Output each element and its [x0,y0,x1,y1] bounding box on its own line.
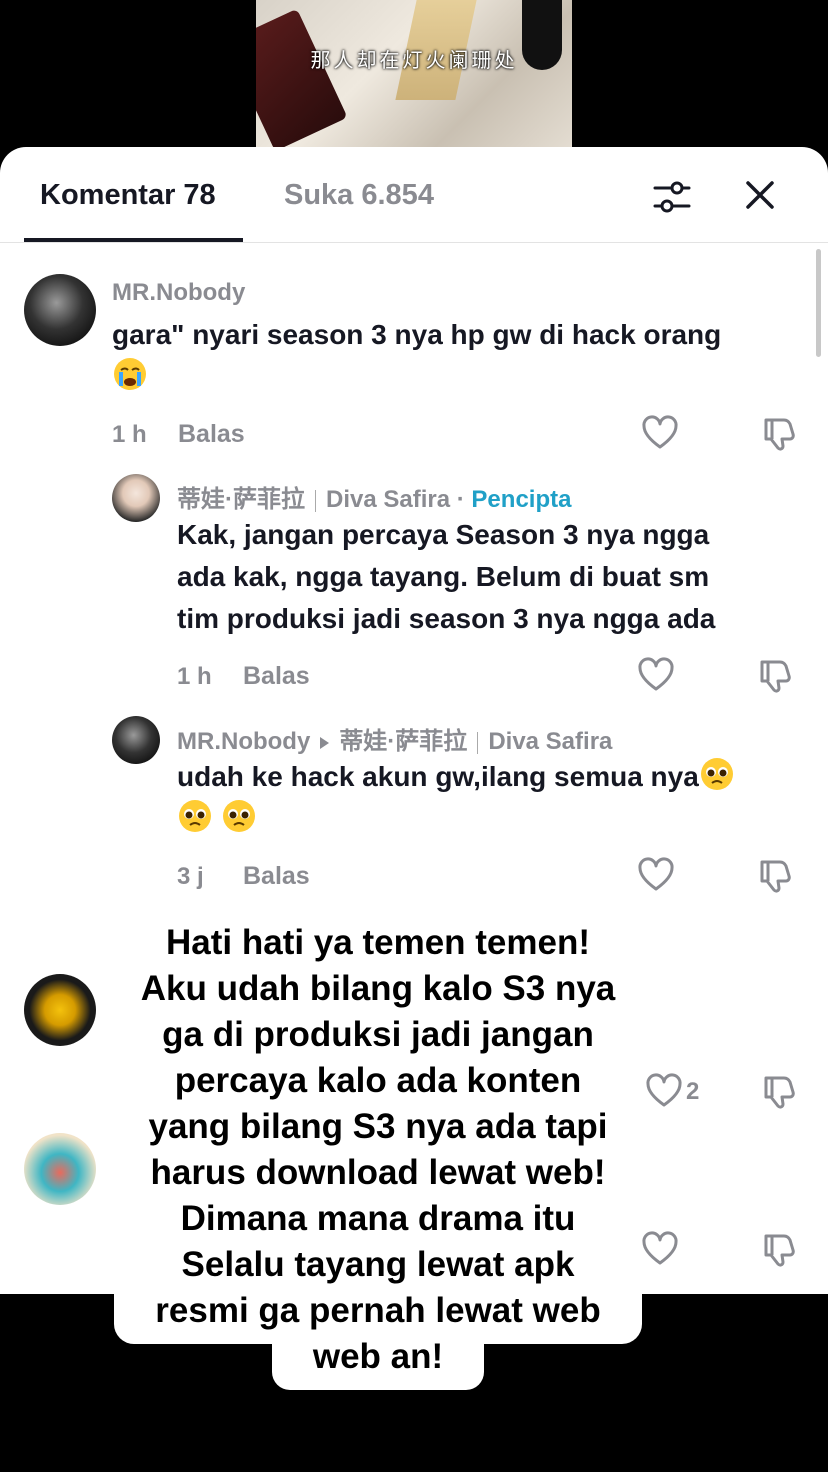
caption-line: percaya kalo ada konten [174,1061,582,1100]
tab-bar: Komentar 78 Suka 6.854 [0,147,828,243]
reply-username[interactable]: 蒂娃·萨菲拉 Diva Safira · Pencipta [177,479,571,514]
caption-line: ga di produksi jadi jangan [162,1015,594,1054]
caption-line: web an! [312,1337,444,1376]
avatar[interactable] [24,274,96,346]
pleading-face-emoji [222,800,255,832]
reply-text-body: udah ke hack akun gw,ilang semua nya [177,761,699,792]
pleading-face-emoji [700,758,733,790]
tab-likes[interactable]: Suka 6.854 [284,179,434,212]
pleading-face-emoji [179,800,211,832]
reply-username[interactable]: MR.Nobody 蒂娃·萨菲拉 Diva Safira [177,721,612,756]
video-preview[interactable]: 那人却在灯火阑珊处 [256,0,572,150]
caption-line: Aku udah bilang kalo S3 nya [140,969,616,1008]
dislike-icon[interactable] [761,1072,799,1110]
name-separator [315,489,316,512]
video-fan-prop [256,8,348,150]
badge-dot: · [456,486,465,513]
comment-time: 1 h [112,421,147,448]
close-icon[interactable] [740,175,780,215]
dislike-icon[interactable] [761,1230,799,1268]
reply-text: udah ke hack akun gw,ilang semua nya [177,756,807,840]
reply-to-name[interactable]: 蒂娃·萨菲拉 [339,728,467,755]
reply-button[interactable]: Balas [243,662,310,691]
dislike-icon[interactable] [757,856,795,894]
comment-text-body: gara" nyari season 3 nya hp gw di hack o… [112,319,722,350]
tab-comments[interactable]: Komentar 78 [40,179,216,212]
reply-time: 3 j [177,863,204,890]
dislike-icon[interactable] [761,414,799,452]
caption-line: yang bilang S3 nya ada tapi [148,1107,608,1146]
like-count: 2 [686,1078,700,1105]
reply-text-line: tim produksi jadi season 3 nya ngga ada [177,603,716,634]
reply-text: Kak, jangan percaya Season 3 nya ngga ad… [177,514,797,640]
heart-icon[interactable] [637,656,675,694]
caption-overlay: Hati hati ya temen temen! Aku udah bilan… [114,918,642,1390]
reply-username-text: MR.Nobody [177,728,311,755]
active-tab-indicator [24,238,243,242]
caption-line: harus download lewat web! [150,1153,606,1192]
comment-text: gara" nyari season 3 nya hp gw di hack o… [112,314,792,398]
creator-badge: Pencipta [471,486,572,513]
comment-username[interactable]: MR.Nobody [112,279,245,307]
reply-to-alt-name: Diva Safira [488,728,613,755]
reply-button[interactable]: Balas [243,862,310,891]
reply-username-text: 蒂娃·萨菲拉 [177,486,305,513]
crying-face-emoji [114,358,146,390]
caption-text: Hati hati ya temen temen! Aku udah bilan… [114,918,642,1380]
video-subtitle: 那人却在灯火阑珊处 [310,48,518,72]
reply-time: 1 h [177,663,212,690]
avatar[interactable] [24,1133,96,1205]
heart-icon[interactable] [641,1230,679,1268]
heart-icon[interactable] [645,1072,683,1110]
reply-text-line: ada kak, ngga tayang. Belum di buat sm [177,561,710,592]
avatar[interactable] [112,474,160,522]
reply-text-line: Kak, jangan percaya Season 3 nya ngga [177,519,710,550]
caption-line: resmi ga pernah lewat web [155,1291,601,1330]
filter-icon[interactable] [650,175,694,219]
reply-alt-name: Diva Safira [326,486,451,513]
avatar[interactable] [112,716,160,764]
reply-arrow-icon [320,736,330,749]
caption-line: Dimana mana drama itu [180,1199,576,1238]
reply-button[interactable]: Balas [178,420,245,449]
dislike-icon[interactable] [757,656,795,694]
heart-icon[interactable] [637,856,675,894]
heart-icon[interactable] [641,414,679,452]
caption-line: Hati hati ya temen temen! [166,923,590,962]
name-separator [477,731,479,754]
scrollbar[interactable] [816,249,821,357]
caption-line: Selalu tayang lewat apk [181,1245,575,1284]
avatar[interactable] [24,974,96,1046]
